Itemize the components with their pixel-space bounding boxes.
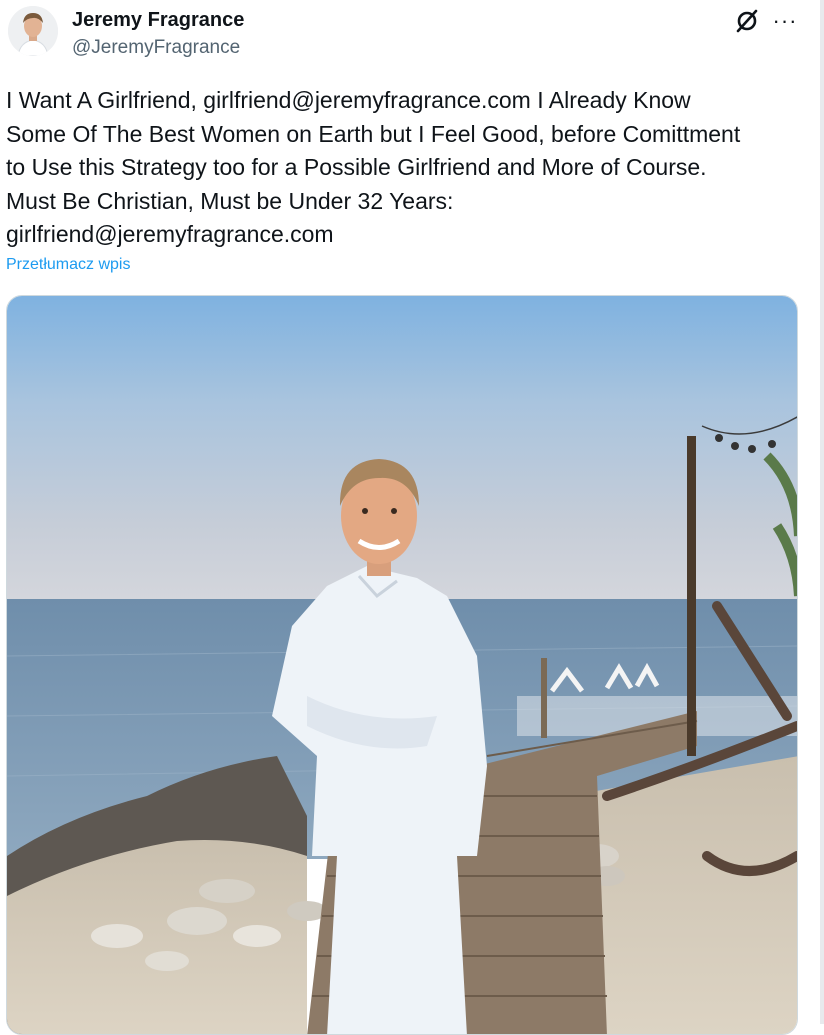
avatar-image bbox=[8, 6, 58, 56]
more-options-icon[interactable]: ··· bbox=[768, 6, 802, 36]
author-avatar[interactable] bbox=[8, 6, 58, 56]
author-handle[interactable]: @JeremyFragrance bbox=[72, 37, 240, 59]
author-name[interactable]: Jeremy Fragrance bbox=[72, 8, 244, 32]
post-photo[interactable] bbox=[6, 295, 798, 1035]
scrollbar-track[interactable] bbox=[820, 0, 824, 1024]
post-header: Jeremy Fragrance @JeremyFragrance ··· bbox=[0, 0, 824, 70]
photo-scene bbox=[7, 296, 797, 1034]
grok-icon[interactable] bbox=[730, 6, 764, 36]
post-text: I Want A Girlfriend, girlfriend@jeremyfr… bbox=[6, 87, 741, 247]
translate-post-link[interactable]: Przetłumacz wpis bbox=[6, 255, 130, 275]
